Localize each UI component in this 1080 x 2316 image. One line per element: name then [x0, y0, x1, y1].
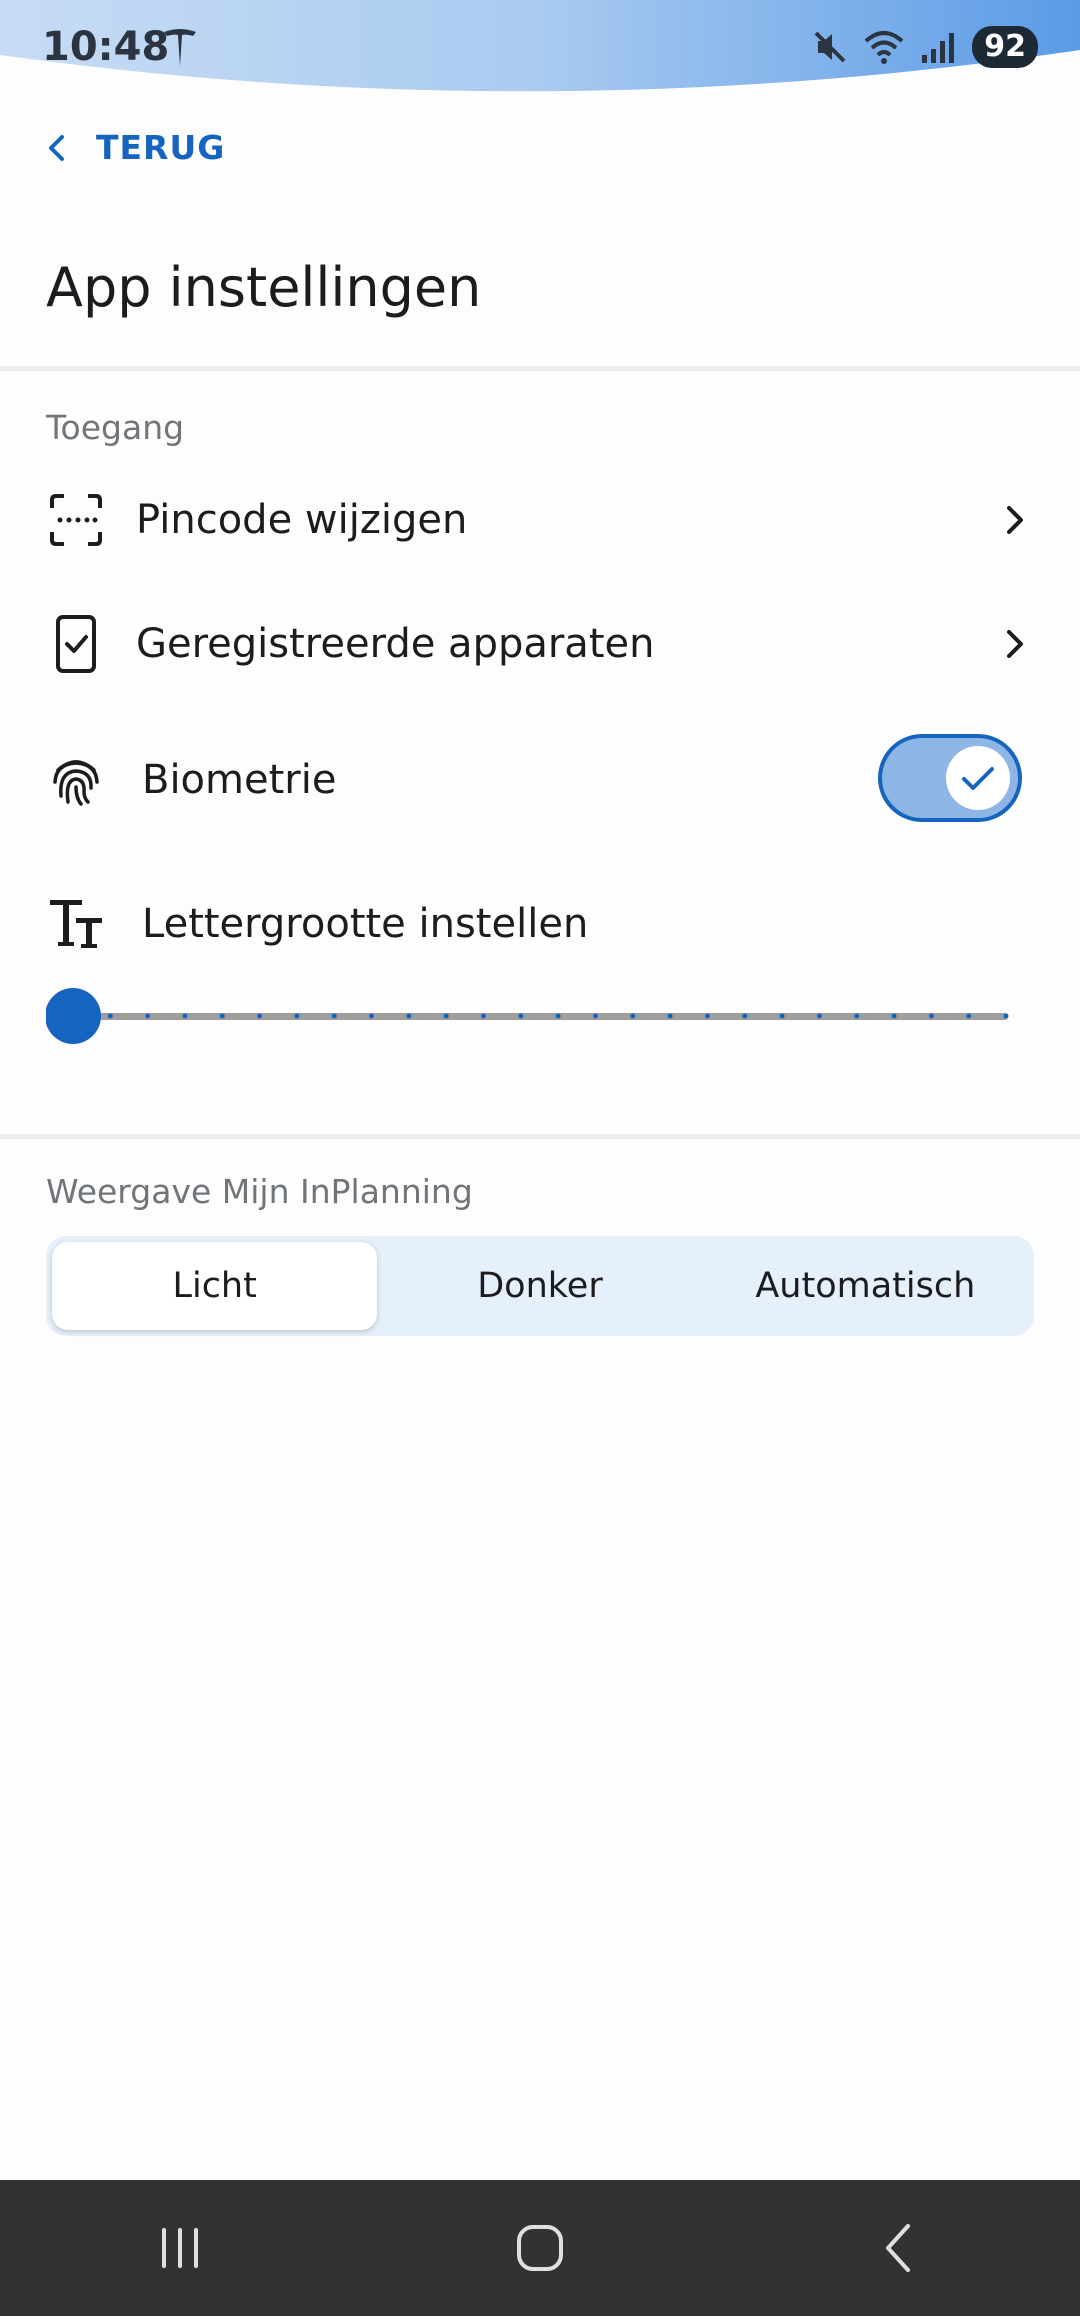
slider-track	[66, 1013, 1008, 1020]
back-button[interactable]: TERUG	[44, 128, 225, 167]
slider-tick	[107, 1013, 113, 1019]
slider-tick	[406, 1013, 412, 1019]
status-bar: 10:48 92	[0, 0, 1080, 100]
slider-tick	[891, 1013, 897, 1019]
fingerprint-icon	[46, 750, 106, 810]
device-check-icon	[46, 614, 106, 674]
divider	[0, 366, 1080, 371]
recents-icon[interactable]	[148, 2216, 212, 2280]
chevron-right-icon	[1007, 630, 1023, 658]
battery-indicator: 92	[972, 26, 1038, 68]
slider-tick	[779, 1013, 785, 1019]
font-size-slider[interactable]	[46, 986, 1010, 1046]
slider-tick	[1003, 1013, 1009, 1019]
slider-tick	[294, 1013, 300, 1019]
check-icon	[962, 767, 994, 790]
slider-tick	[704, 1013, 710, 1019]
chevron-right-icon	[1007, 506, 1023, 534]
mute-icon	[814, 31, 846, 63]
text-size-icon	[46, 894, 106, 954]
tesla-icon	[164, 29, 196, 66]
slider-tick	[182, 1013, 188, 1019]
back-label: TERUG	[96, 128, 226, 167]
section-label-display: Weergave Mijn InPlanning	[46, 1172, 473, 1211]
slider-tick	[742, 1013, 748, 1019]
biometrics-row: Biometrie	[46, 748, 826, 812]
slider-thumb[interactable]	[46, 988, 101, 1044]
slider-tick	[219, 1013, 225, 1019]
biometrics-label: Biometrie	[142, 757, 337, 803]
theme-option-auto[interactable]: Automatisch	[703, 1242, 1028, 1330]
status-time: 10:48	[42, 24, 170, 70]
slider-tick	[369, 1013, 375, 1019]
system-nav-bar	[0, 2180, 1080, 2316]
registered-devices-row[interactable]: Geregistreerde apparaten	[46, 614, 1030, 674]
pincode-row[interactable]: Pincode wijzigen	[46, 490, 1030, 550]
slider-tick	[630, 1013, 636, 1019]
slider-tick	[966, 1013, 972, 1019]
section-label-access: Toegang	[46, 408, 185, 447]
chevron-left-icon	[49, 134, 64, 161]
slider-tick	[592, 1013, 598, 1019]
biometrics-toggle[interactable]	[878, 734, 1022, 822]
theme-segmented-control: Licht Donker Automatisch	[46, 1236, 1034, 1336]
slider-tick	[443, 1013, 449, 1019]
slider-tick	[518, 1013, 524, 1019]
slider-tick	[928, 1013, 934, 1019]
font-size-label: Lettergrootte instellen	[142, 901, 589, 947]
pincode-label: Pincode wijzigen	[136, 497, 468, 543]
slider-tick	[145, 1013, 151, 1019]
page-title: App instellingen	[46, 256, 482, 319]
slider-tick	[331, 1013, 337, 1019]
toggle-knob	[946, 746, 1010, 810]
slider-tick	[555, 1013, 561, 1019]
slider-tick	[257, 1013, 263, 1019]
home-icon[interactable]	[508, 2216, 572, 2280]
back-nav-icon[interactable]	[868, 2216, 932, 2280]
registered-devices-label: Geregistreerde apparaten	[136, 621, 655, 667]
theme-option-light[interactable]: Licht	[52, 1242, 378, 1330]
pincode-icon	[46, 490, 106, 550]
signal-icon	[922, 33, 955, 63]
slider-tick	[667, 1013, 673, 1019]
wifi-icon	[864, 31, 904, 64]
font-size-row: Lettergrootte instellen	[46, 892, 1030, 956]
divider	[0, 1134, 1080, 1139]
slider-tick	[816, 1013, 822, 1019]
slider-tick	[854, 1013, 860, 1019]
slider-tick	[481, 1013, 487, 1019]
theme-option-dark[interactable]: Donker	[377, 1242, 702, 1330]
